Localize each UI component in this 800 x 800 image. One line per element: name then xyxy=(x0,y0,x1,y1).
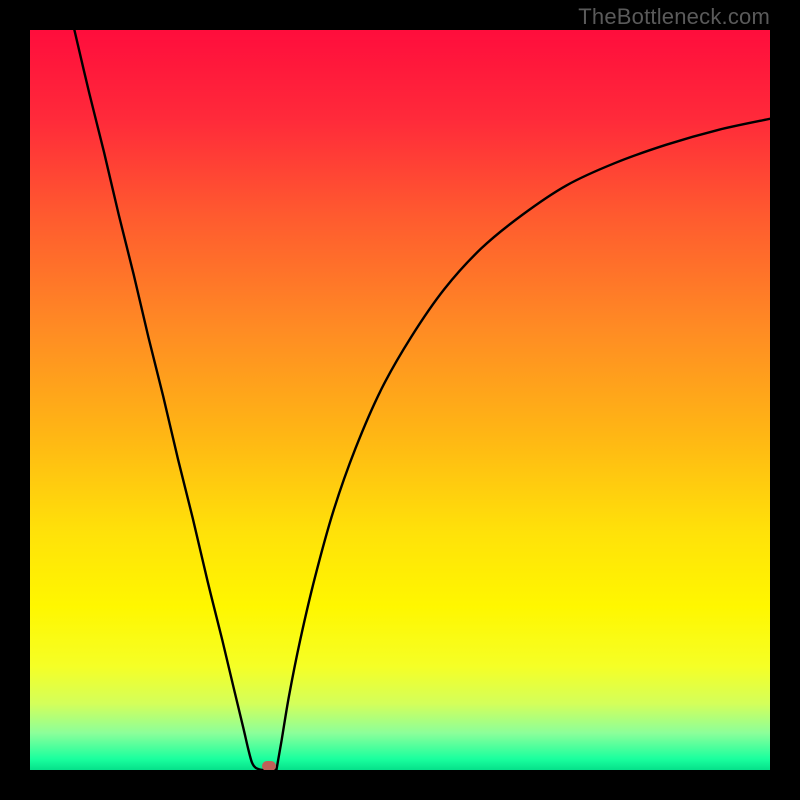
watermark-text: TheBottleneck.com xyxy=(578,4,770,30)
minimum-marker xyxy=(262,761,276,770)
chart-frame: TheBottleneck.com xyxy=(0,0,800,800)
bottleneck-curve xyxy=(30,30,770,770)
curve-left-branch xyxy=(74,30,261,770)
curve-right-branch xyxy=(276,119,770,770)
plot-area xyxy=(30,30,770,770)
